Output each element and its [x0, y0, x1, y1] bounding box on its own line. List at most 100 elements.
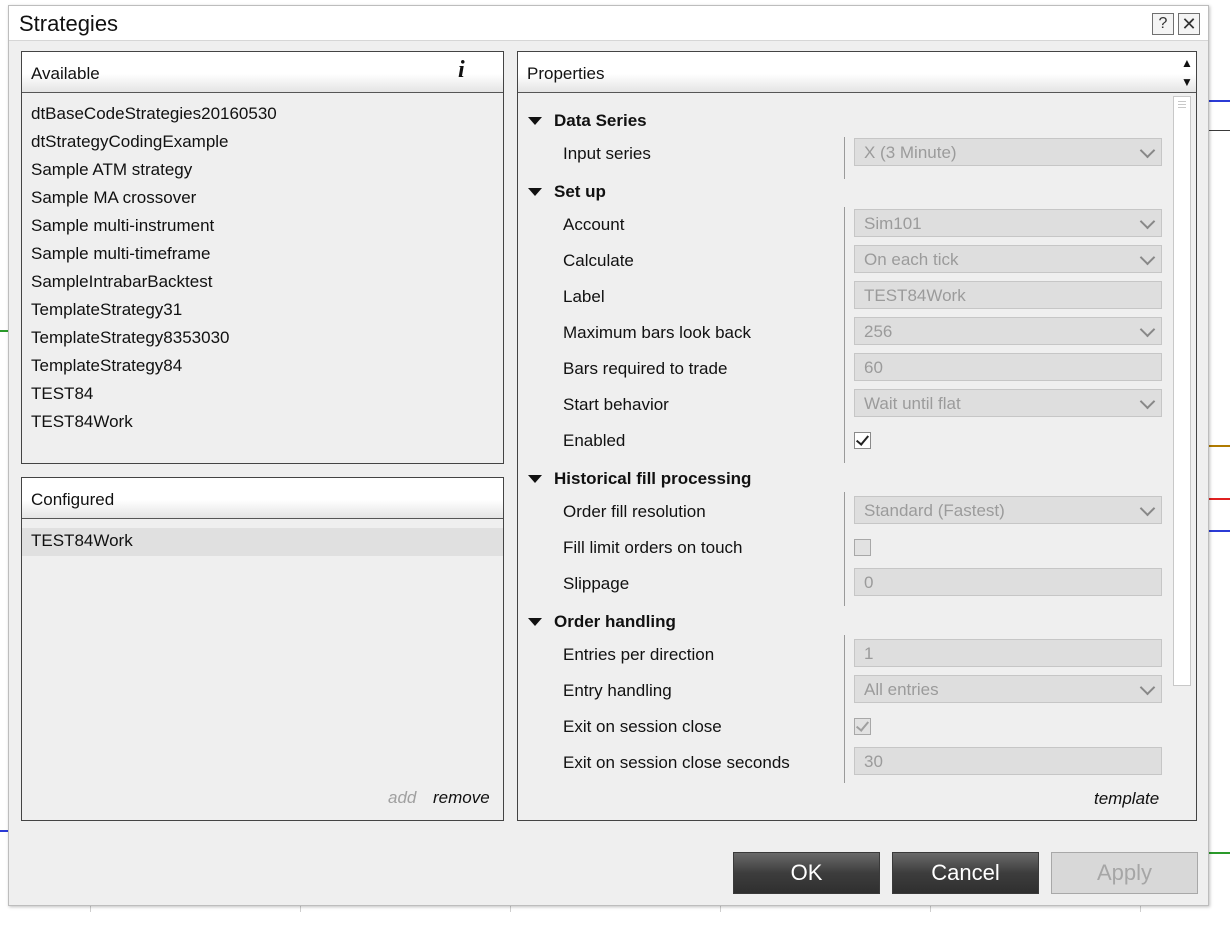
slippage-input[interactable]: 0 — [854, 568, 1162, 596]
calculate-select[interactable]: On each tick — [854, 245, 1162, 273]
input-series-select[interactable]: X (3 Minute) — [854, 138, 1162, 166]
cancel-button[interactable]: Cancel — [892, 852, 1039, 894]
entries-per-direction-value: 1 — [864, 644, 874, 663]
order-fill-resolution-select[interactable]: Standard (Fastest) — [854, 496, 1162, 524]
checkmark-icon — [855, 432, 870, 446]
list-item[interactable]: Sample MA crossover — [31, 188, 277, 216]
add-link[interactable]: add — [388, 788, 416, 808]
chart-line — [1207, 498, 1230, 500]
account-select[interactable]: Sim101 — [854, 209, 1162, 237]
entries-per-direction-label: Entries per direction — [563, 645, 715, 664]
input-series-label: Input series — [563, 144, 651, 163]
list-item[interactable]: TEST84 — [31, 384, 277, 412]
available-title: Available — [31, 64, 100, 83]
scroll-down-icon[interactable]: ▼ — [1181, 76, 1193, 88]
help-button[interactable]: ? — [1152, 13, 1174, 35]
start-behavior-label: Start behavior — [563, 395, 669, 414]
list-item[interactable]: TemplateStrategy84 — [31, 356, 277, 384]
list-item[interactable]: dtBaseCodeStrategies20160530 — [31, 104, 277, 132]
max-bars-value: 256 — [864, 322, 893, 341]
max-bars-label: Maximum bars look back — [563, 323, 752, 342]
remove-link[interactable]: remove — [433, 788, 490, 808]
properties-title: Properties — [527, 64, 605, 83]
chevron-down-icon — [1139, 500, 1156, 517]
category-label: Set up — [554, 182, 606, 201]
list-item[interactable]: TemplateStrategy31 — [31, 300, 277, 328]
chart-line — [1207, 852, 1230, 854]
scroll-up-icon[interactable]: ▲ — [1181, 57, 1193, 69]
info-icon[interactable]: i — [458, 57, 465, 84]
thumb-grip — [1178, 107, 1186, 108]
chevron-down-icon — [1139, 321, 1156, 338]
title-bar: Strategies ? ✕ — [9, 6, 1208, 41]
list-item[interactable]: dtStrategyCodingExample — [31, 132, 277, 160]
account-value: Sim101 — [864, 214, 922, 233]
collapse-arrow-icon[interactable] — [528, 188, 542, 196]
input-series-value: X (3 Minute) — [864, 143, 957, 162]
list-item[interactable]: SampleIntrabarBacktest — [31, 272, 277, 300]
fill-limit-checkbox[interactable] — [854, 539, 871, 556]
collapse-arrow-icon[interactable] — [528, 475, 542, 483]
scrollbar-thumb[interactable] — [1173, 96, 1191, 686]
column-separator — [844, 207, 845, 463]
template-link[interactable]: template — [1094, 789, 1159, 809]
available-header: Available i — [22, 52, 503, 93]
entry-handling-label: Entry handling — [563, 681, 672, 700]
configured-item[interactable]: TEST84Work — [22, 528, 503, 556]
list-item[interactable]: Sample ATM strategy — [31, 160, 277, 188]
column-separator — [844, 492, 845, 606]
list-item[interactable]: Sample multi-timeframe — [31, 244, 277, 272]
apply-button[interactable]: Apply — [1051, 852, 1198, 894]
exit-seconds-input[interactable]: 30 — [854, 747, 1162, 775]
available-panel: Available i dtBaseCodeStrategies20160530… — [21, 51, 504, 464]
chevron-down-icon — [1139, 142, 1156, 159]
chart-line — [1207, 100, 1230, 102]
label-input[interactable]: TEST84Work — [854, 281, 1162, 309]
thumb-grip — [1178, 101, 1186, 102]
list-item[interactable]: Sample multi-instrument — [31, 216, 277, 244]
collapse-arrow-icon[interactable] — [528, 618, 542, 626]
configured-title: Configured — [31, 490, 115, 509]
start-behavior-select[interactable]: Wait until flat — [854, 389, 1162, 417]
chevron-down-icon — [1139, 393, 1156, 410]
chevron-down-icon — [1139, 679, 1156, 696]
checkmark-icon — [855, 718, 870, 732]
ok-button[interactable]: OK — [733, 852, 880, 894]
list-item[interactable]: TEST84Work — [31, 412, 277, 440]
exit-on-close-label: Exit on session close — [563, 717, 722, 736]
list-item[interactable]: TemplateStrategy8353030 — [31, 328, 277, 356]
thumb-grip — [1178, 104, 1186, 105]
label-value: TEST84Work — [864, 286, 966, 305]
close-button[interactable]: ✕ — [1178, 13, 1200, 35]
entry-handling-value: All entries — [864, 680, 939, 699]
entries-per-direction-input[interactable]: 1 — [854, 639, 1162, 667]
configured-header: Configured — [22, 478, 503, 519]
chart-tick — [90, 906, 91, 912]
chart-line — [1207, 445, 1230, 447]
category-historical-fill[interactable]: Historical fill processing — [518, 465, 1158, 495]
entry-handling-select[interactable]: All entries — [854, 675, 1162, 703]
enabled-checkbox[interactable] — [854, 432, 871, 449]
chart-tick — [300, 906, 301, 912]
collapse-arrow-icon[interactable] — [528, 117, 542, 125]
chart-tick — [510, 906, 511, 912]
max-bars-select[interactable]: 256 — [854, 317, 1162, 345]
order-fill-resolution-value: Standard (Fastest) — [864, 501, 1005, 520]
start-behavior-value: Wait until flat — [864, 394, 961, 413]
calculate-value: On each tick — [864, 250, 959, 269]
category-order-handling[interactable]: Order handling — [518, 608, 1158, 638]
slippage-label: Slippage — [563, 574, 630, 593]
bars-required-input[interactable]: 60 — [854, 353, 1162, 381]
exit-on-close-checkbox[interactable] — [854, 718, 871, 735]
account-label: Account — [563, 215, 625, 234]
chart-line — [0, 830, 8, 832]
category-label: Data Series — [554, 111, 647, 130]
bars-required-label: Bars required to trade — [563, 359, 728, 378]
enabled-label: Enabled — [563, 431, 626, 450]
category-data-series[interactable]: Data Series — [518, 107, 1158, 137]
strategies-dialog: Strategies ? ✕ Available i dtBaseCodeStr… — [8, 5, 1209, 906]
fill-limit-label: Fill limit orders on touch — [563, 538, 743, 557]
slippage-value: 0 — [864, 573, 874, 592]
category-set-up[interactable]: Set up — [518, 178, 1158, 208]
calculate-label: Calculate — [563, 251, 634, 270]
